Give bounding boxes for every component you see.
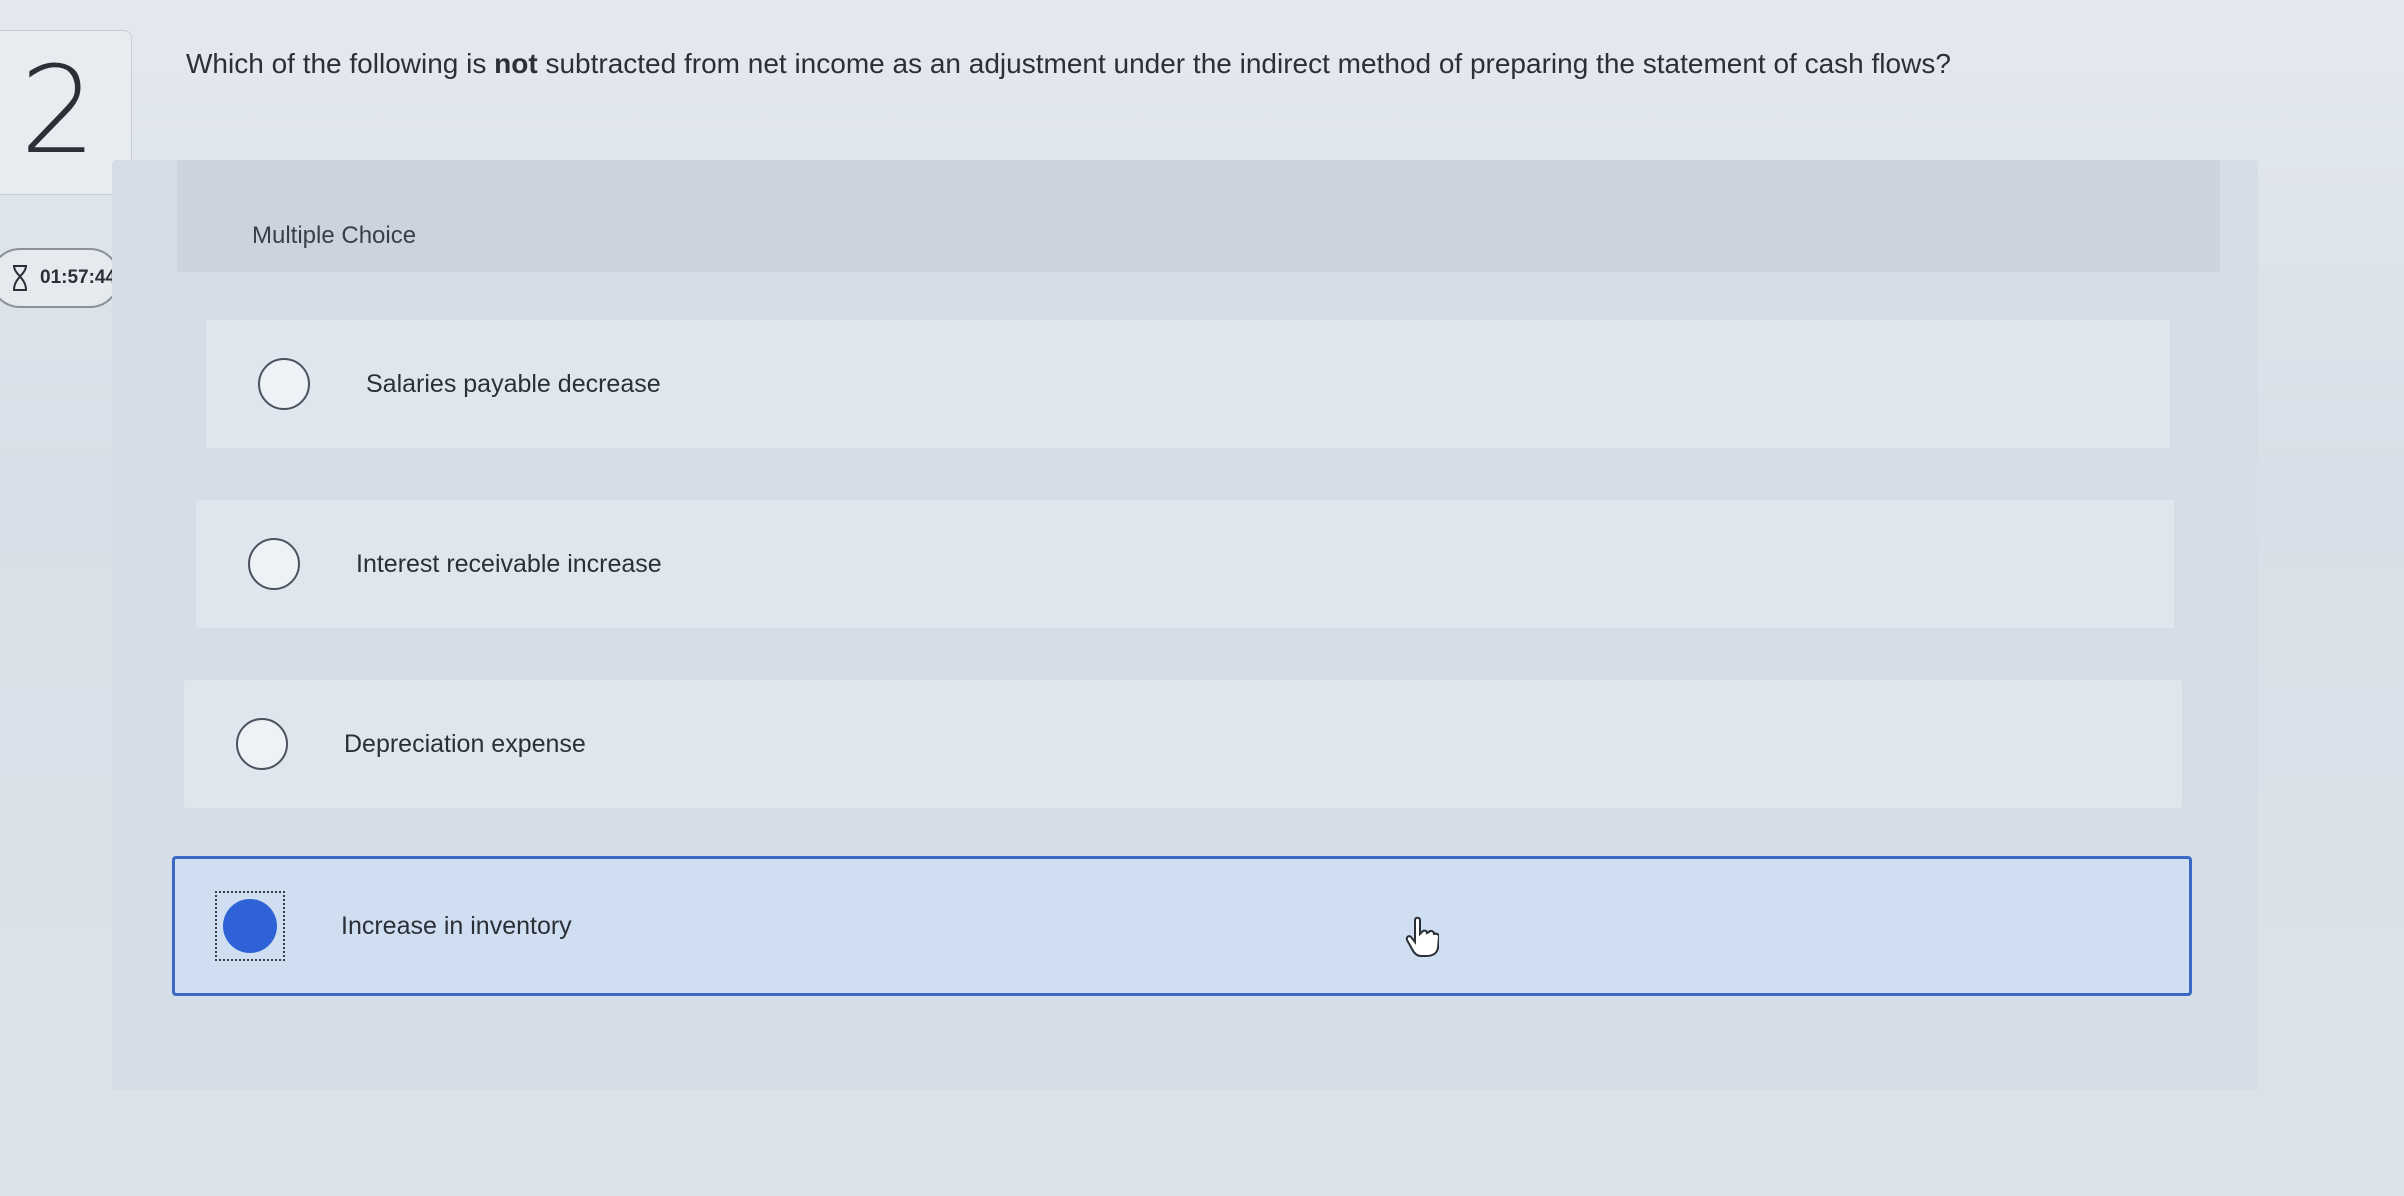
timer-text: 01:57:44: [40, 267, 117, 288]
option-3[interactable]: Depreciation expense: [184, 680, 2182, 808]
option-label: Increase in inventory: [341, 911, 572, 940]
option-4[interactable]: Increase in inventory: [172, 856, 2192, 996]
multiple-choice-label: Multiple Choice: [252, 222, 417, 249]
option-label: Interest receivable increase: [356, 549, 662, 578]
option-1[interactable]: Salaries payable decrease: [206, 320, 2170, 448]
option-label: Depreciation expense: [344, 729, 586, 758]
option-label: Salaries payable decrease: [366, 369, 661, 398]
timer[interactable]: 01:57:44: [0, 248, 120, 308]
option-2[interactable]: Interest receivable increase: [196, 500, 2174, 628]
answer-panel-header: [177, 160, 2220, 272]
question-text-emphasis: not: [494, 48, 538, 79]
hourglass-icon: [13, 265, 27, 291]
radio-button[interactable]: [236, 718, 288, 770]
question-number: 2: [20, 42, 97, 181]
question-text-before: Which of the following is: [186, 48, 495, 79]
radio-button[interactable]: [258, 358, 310, 410]
radio-focus-ring: [215, 891, 285, 961]
radio-button[interactable]: [248, 538, 300, 590]
question-text-after: subtracted from net income as an adjustm…: [537, 48, 1951, 79]
hand-cursor-icon: [1405, 916, 1439, 957]
radio-button-selected[interactable]: [223, 899, 277, 953]
quiz-page: 2 01:57:44 Which of the following is not…: [0, 0, 2404, 1196]
question-text: Which of the following is not subtracted…: [186, 48, 2186, 80]
